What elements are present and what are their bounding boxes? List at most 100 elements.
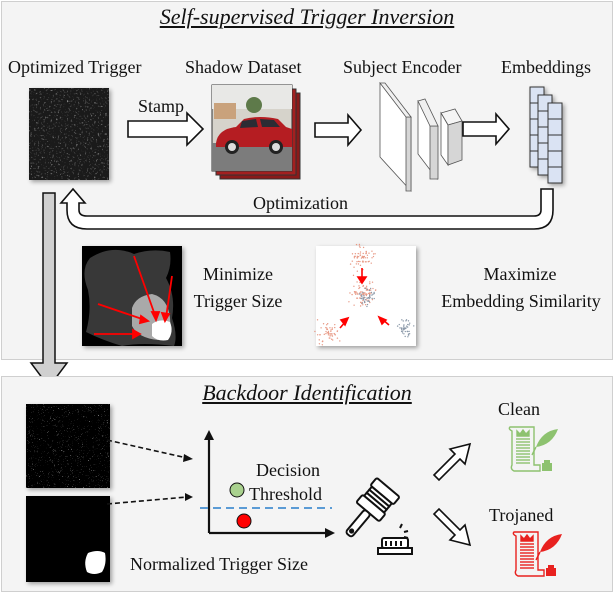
- scatter-point: [356, 257, 358, 259]
- scatter-point: [355, 243, 358, 246]
- scatter-point: [359, 260, 361, 263]
- scatter-point: [326, 327, 328, 329]
- scatter-point: [314, 330, 316, 333]
- scatter-point: [366, 257, 369, 259]
- scatter-point: [368, 289, 371, 292]
- scatter-point: [355, 293, 357, 296]
- scatter-point: [405, 327, 407, 329]
- scatter-point: [364, 298, 366, 301]
- scatter-point: [325, 324, 328, 326]
- scatter-point: [351, 260, 354, 262]
- scatter-point: [360, 257, 363, 259]
- scatter-point: [365, 250, 367, 253]
- scatter-point: [365, 285, 368, 288]
- dataset-to-encoder-arrow-icon: [314, 112, 363, 148]
- scatter-point: [371, 281, 374, 283]
- scatter-point: [356, 297, 359, 299]
- scatter-point: [353, 285, 355, 287]
- scatter-point: [353, 257, 356, 259]
- scatter-point: [369, 296, 371, 299]
- scatter-point: [362, 257, 365, 259]
- scatter-point: [371, 250, 373, 252]
- label-normalized-trigger-size: Normalized Trigger Size: [130, 554, 308, 574]
- scatter-point: [406, 330, 409, 333]
- scatter-point: [407, 334, 410, 336]
- label-trigger-size: Trigger Size: [193, 291, 283, 311]
- scatter-point: [351, 293, 353, 296]
- scatter-point: [356, 270, 359, 272]
- scatter-point: [372, 253, 375, 255]
- scatter-point: [408, 322, 411, 324]
- embedding-similarity-scatter: [314, 243, 416, 346]
- scatter-point: [359, 254, 361, 257]
- shadow-dataset-image: [211, 84, 301, 180]
- scatter-point: [358, 285, 360, 287]
- scatter-point: [336, 337, 339, 339]
- scatter-point: [366, 303, 369, 306]
- subject-encoder-icon: [379, 81, 463, 193]
- section-title-trigger-inversion: Self-supervised Trigger Inversion: [159, 4, 455, 29]
- scatter-point: [408, 324, 410, 326]
- scatter-point: [359, 301, 362, 304]
- scatter-point: [369, 292, 371, 294]
- label-optimization: Optimization: [253, 193, 348, 213]
- scatter-point: [354, 292, 356, 294]
- scatter-point: [331, 332, 333, 335]
- scatter-point: [363, 294, 365, 297]
- scatter-point: [372, 293, 374, 295]
- scatter-point: [366, 254, 369, 256]
- scatter-point: [327, 334, 330, 336]
- scatter-point: [362, 297, 364, 300]
- scatter-point: [364, 296, 366, 299]
- scatter-point: [396, 325, 399, 327]
- scatter-point: [362, 291, 364, 294]
- label-minimize: Minimize: [203, 264, 273, 284]
- scatter-point: [327, 332, 330, 334]
- scatter-point: [353, 304, 355, 306]
- scatter-point: [362, 252, 364, 255]
- scatter-point: [407, 336, 409, 338]
- scatter-point: [330, 329, 332, 331]
- scatter-point: [362, 261, 364, 263]
- scatter-point: [357, 260, 360, 263]
- scatter-point: [400, 327, 402, 329]
- scatter-point: [374, 289, 377, 291]
- scatter-point: [358, 243, 361, 246]
- label-subject-encoder: Subject Encoder: [343, 57, 462, 77]
- scatter-point: [318, 343, 321, 345]
- clean-verdict-arrow-icon: [432, 442, 472, 482]
- scatter-point: [369, 282, 371, 285]
- scatter-point: [331, 334, 333, 336]
- scatter-point: [349, 292, 351, 294]
- scatter-point: [407, 323, 409, 326]
- scatter-point: [372, 287, 374, 290]
- scatter-point: [353, 255, 356, 258]
- scatter-point: [316, 319, 319, 321]
- scatter-point: [403, 325, 405, 327]
- scatter-point: [321, 344, 324, 346]
- scatter-point: [360, 293, 362, 295]
- scatter-point: [405, 325, 408, 327]
- scatter-point: [401, 330, 404, 332]
- scatter-point: [413, 325, 415, 327]
- scatter-point: [329, 334, 331, 336]
- scatter-point: [371, 294, 373, 296]
- label-threshold: Threshold: [249, 484, 322, 504]
- dashed-pointer-arrows: [106, 439, 193, 505]
- scatter-point: [327, 330, 330, 333]
- scatter-point: [372, 255, 375, 258]
- scatter-point: [371, 257, 373, 259]
- scatter-point: [368, 260, 370, 263]
- scatter-point: [331, 327, 333, 329]
- scatter-point: [404, 330, 407, 333]
- scatter-point: [369, 281, 371, 283]
- scatter-point: [322, 323, 325, 325]
- scatter-point: [351, 253, 354, 255]
- scatter-point: [339, 340, 341, 342]
- scatter-point: [332, 339, 334, 341]
- scatter-point: [320, 327, 322, 329]
- scatter-point: [329, 327, 331, 329]
- scatter-point: [336, 330, 338, 333]
- scatter-point: [366, 305, 368, 308]
- scatter-point: [325, 332, 327, 335]
